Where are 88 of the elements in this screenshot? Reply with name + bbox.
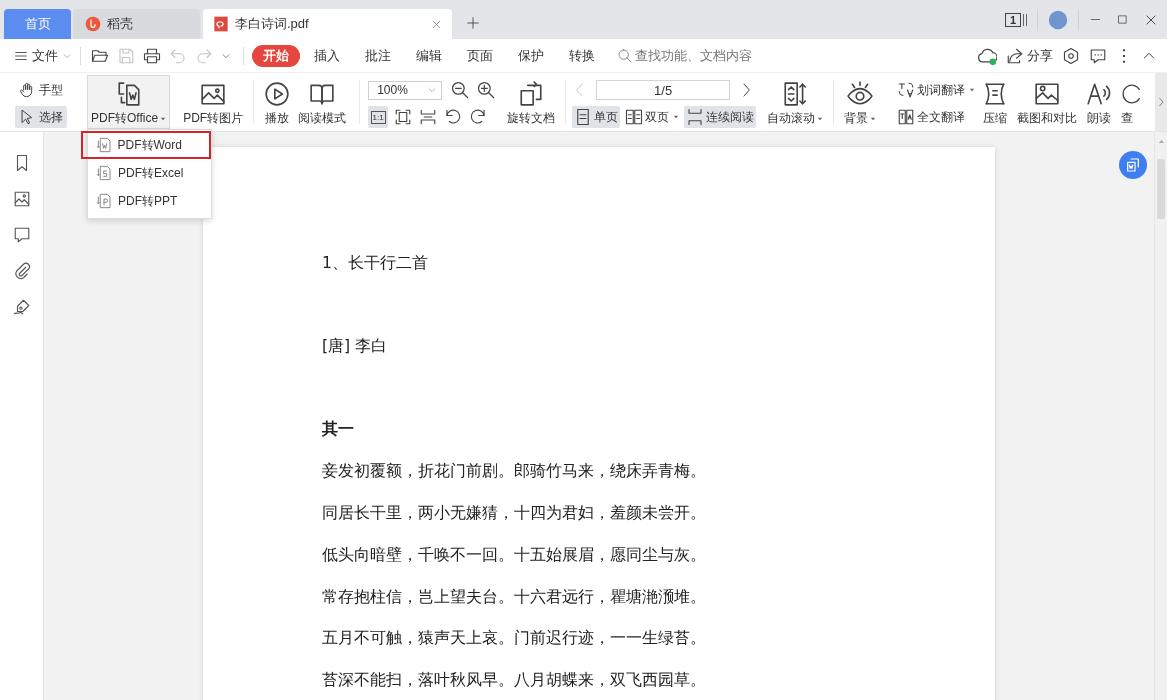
rotate-right-icon[interactable] <box>469 108 488 126</box>
document-icon <box>1125 157 1141 173</box>
zoom-out-icon[interactable] <box>450 80 471 100</box>
actual-size-button[interactable]: 1:1 <box>368 106 389 128</box>
ppt-document-icon <box>96 193 112 209</box>
menu-item[interactable]: PDF转PPT <box>88 187 211 215</box>
floating-convert-button[interactable] <box>1119 151 1147 179</box>
app-logo-icon <box>85 16 101 32</box>
search-field[interactable]: 查找功能、文档内容 <box>635 48 765 63</box>
rotate-pages-icon <box>518 81 545 107</box>
auto-scroll-icon <box>782 81 809 107</box>
chevron-right-icon <box>1156 97 1166 107</box>
read-aloud-button[interactable]: 朗读 <box>1082 75 1117 129</box>
menu-item[interactable]: PDF转Word <box>81 131 211 159</box>
continuous-read-button[interactable]: 连续阅读 <box>684 106 757 128</box>
screenshot-icon <box>1034 81 1061 107</box>
pdf-to-image-button[interactable]: PDF转图片 <box>179 75 248 129</box>
maximize-icon[interactable] <box>1117 14 1128 25</box>
verse-line: 苔深不能扫，落叶秋风早。八月胡蝶来，双飞西园草。 <box>322 669 706 692</box>
play-circle-icon <box>264 81 291 107</box>
ribbon-tab[interactable]: 保护 <box>507 44 555 67</box>
continuous-scroll-icon <box>686 108 705 126</box>
comment-icon[interactable] <box>1089 46 1107 65</box>
verse-line: 低头向暗壁，千唤不一回。十五始展眉，愿同尘与灰。 <box>322 543 706 566</box>
rotate-left-icon[interactable] <box>444 108 463 126</box>
ribbon-tab[interactable]: 开始 <box>252 44 300 67</box>
search-icon <box>617 47 633 64</box>
zoom-dropdown[interactable]: 100% <box>368 80 443 100</box>
cursor-arrow-icon <box>19 109 35 125</box>
printer-icon[interactable] <box>143 46 161 65</box>
poem-author: [唐] 李白 <box>322 335 388 357</box>
zoom-in-icon[interactable] <box>476 80 497 100</box>
poem-title: 1、长干行二首 <box>322 252 428 274</box>
menu-item[interactable]: PDF转Excel <box>88 159 211 187</box>
play-button[interactable]: 播放 <box>260 75 295 129</box>
ribbon-tab[interactable]: 批注 <box>354 44 402 67</box>
excel-document-icon <box>96 165 112 181</box>
hand-tool-button[interactable]: 手型 <box>15 79 67 101</box>
chevron-down-icon <box>427 85 438 95</box>
ribbon-tab[interactable]: 编辑 <box>405 44 453 67</box>
read-aloud-icon <box>1086 81 1113 107</box>
compress-button[interactable]: 压缩 <box>978 75 1013 129</box>
paperclip-icon[interactable] <box>12 262 31 280</box>
ribbon-tab[interactable]: 插入 <box>303 44 351 67</box>
eye-icon <box>847 81 874 107</box>
share-button[interactable]: 分享 <box>1006 46 1053 65</box>
read-mode-button[interactable]: 阅读模式 <box>294 75 351 129</box>
double-page-icon <box>625 108 644 126</box>
file-menu-button[interactable]: 文件 <box>14 46 72 65</box>
settings-icon[interactable] <box>1062 46 1080 65</box>
fit-width-icon <box>419 108 438 126</box>
word-document-icon <box>95 137 112 153</box>
pdf-file-icon <box>213 16 229 32</box>
screenshot-compare-button[interactable]: 截图和对比 <box>1013 75 1082 129</box>
translate-icon <box>897 81 916 99</box>
scrollbar-thumb[interactable] <box>1157 159 1165 219</box>
ribbon-tab[interactable]: 页面 <box>456 44 504 67</box>
ribbon-tab[interactable]: 转换 <box>558 44 606 67</box>
single-page-button[interactable]: 单页 <box>572 106 621 128</box>
select-tool-button[interactable]: 选择 <box>15 106 67 128</box>
hand-icon <box>19 82 35 98</box>
page-number-field[interactable]: 1/5 <box>596 80 731 100</box>
image-icon[interactable] <box>12 190 31 208</box>
convert-document-icon <box>115 81 142 107</box>
fit-page-icon <box>394 108 413 126</box>
close-icon[interactable] <box>1144 12 1158 27</box>
vertical-scrollbar[interactable] <box>1154 132 1167 700</box>
background-button[interactable]: 背景 <box>840 75 881 129</box>
verse-line: 妾发初覆额，折花门前剧。郎骑竹马来，绕床弄青梅。 <box>322 459 706 482</box>
verse-line: 同居长干里，两小无嫌猜，十四为君妇，羞颜未尝开。 <box>322 501 706 524</box>
pdf-to-office-button[interactable]: PDF转Office <box>87 75 171 129</box>
comment-icon[interactable] <box>12 226 31 244</box>
verse-line: 常存抱柱信，岂上望夫台。十六君远行，瞿塘滟滪堆。 <box>322 585 706 608</box>
verse-line: 五月不可触，猿声天上哀。门前迟行迹，一一生绿苔。 <box>322 627 706 650</box>
find-button[interactable]: 查 <box>1117 75 1144 129</box>
double-page-button[interactable]: 双页 <box>623 106 682 128</box>
share-icon <box>1006 46 1024 65</box>
word-translate-button[interactable]: 划词翻译 <box>895 79 978 101</box>
app-tab[interactable]: 稻壳 <box>73 9 200 39</box>
full-translate-button[interactable]: 全文翻译 <box>895 106 978 128</box>
section-heading: 其一 <box>322 418 354 440</box>
auto-scroll-button[interactable]: 自动滚动 <box>763 75 828 129</box>
rotate-document-button[interactable]: 旋转文档 <box>503 75 560 129</box>
arc-icon <box>1121 84 1142 104</box>
document-tab[interactable]: 李白诗词.pdf <box>203 9 452 39</box>
document-translate-icon <box>897 108 916 126</box>
close-icon[interactable] <box>431 18 442 30</box>
pen-signature-icon[interactable] <box>12 298 31 316</box>
